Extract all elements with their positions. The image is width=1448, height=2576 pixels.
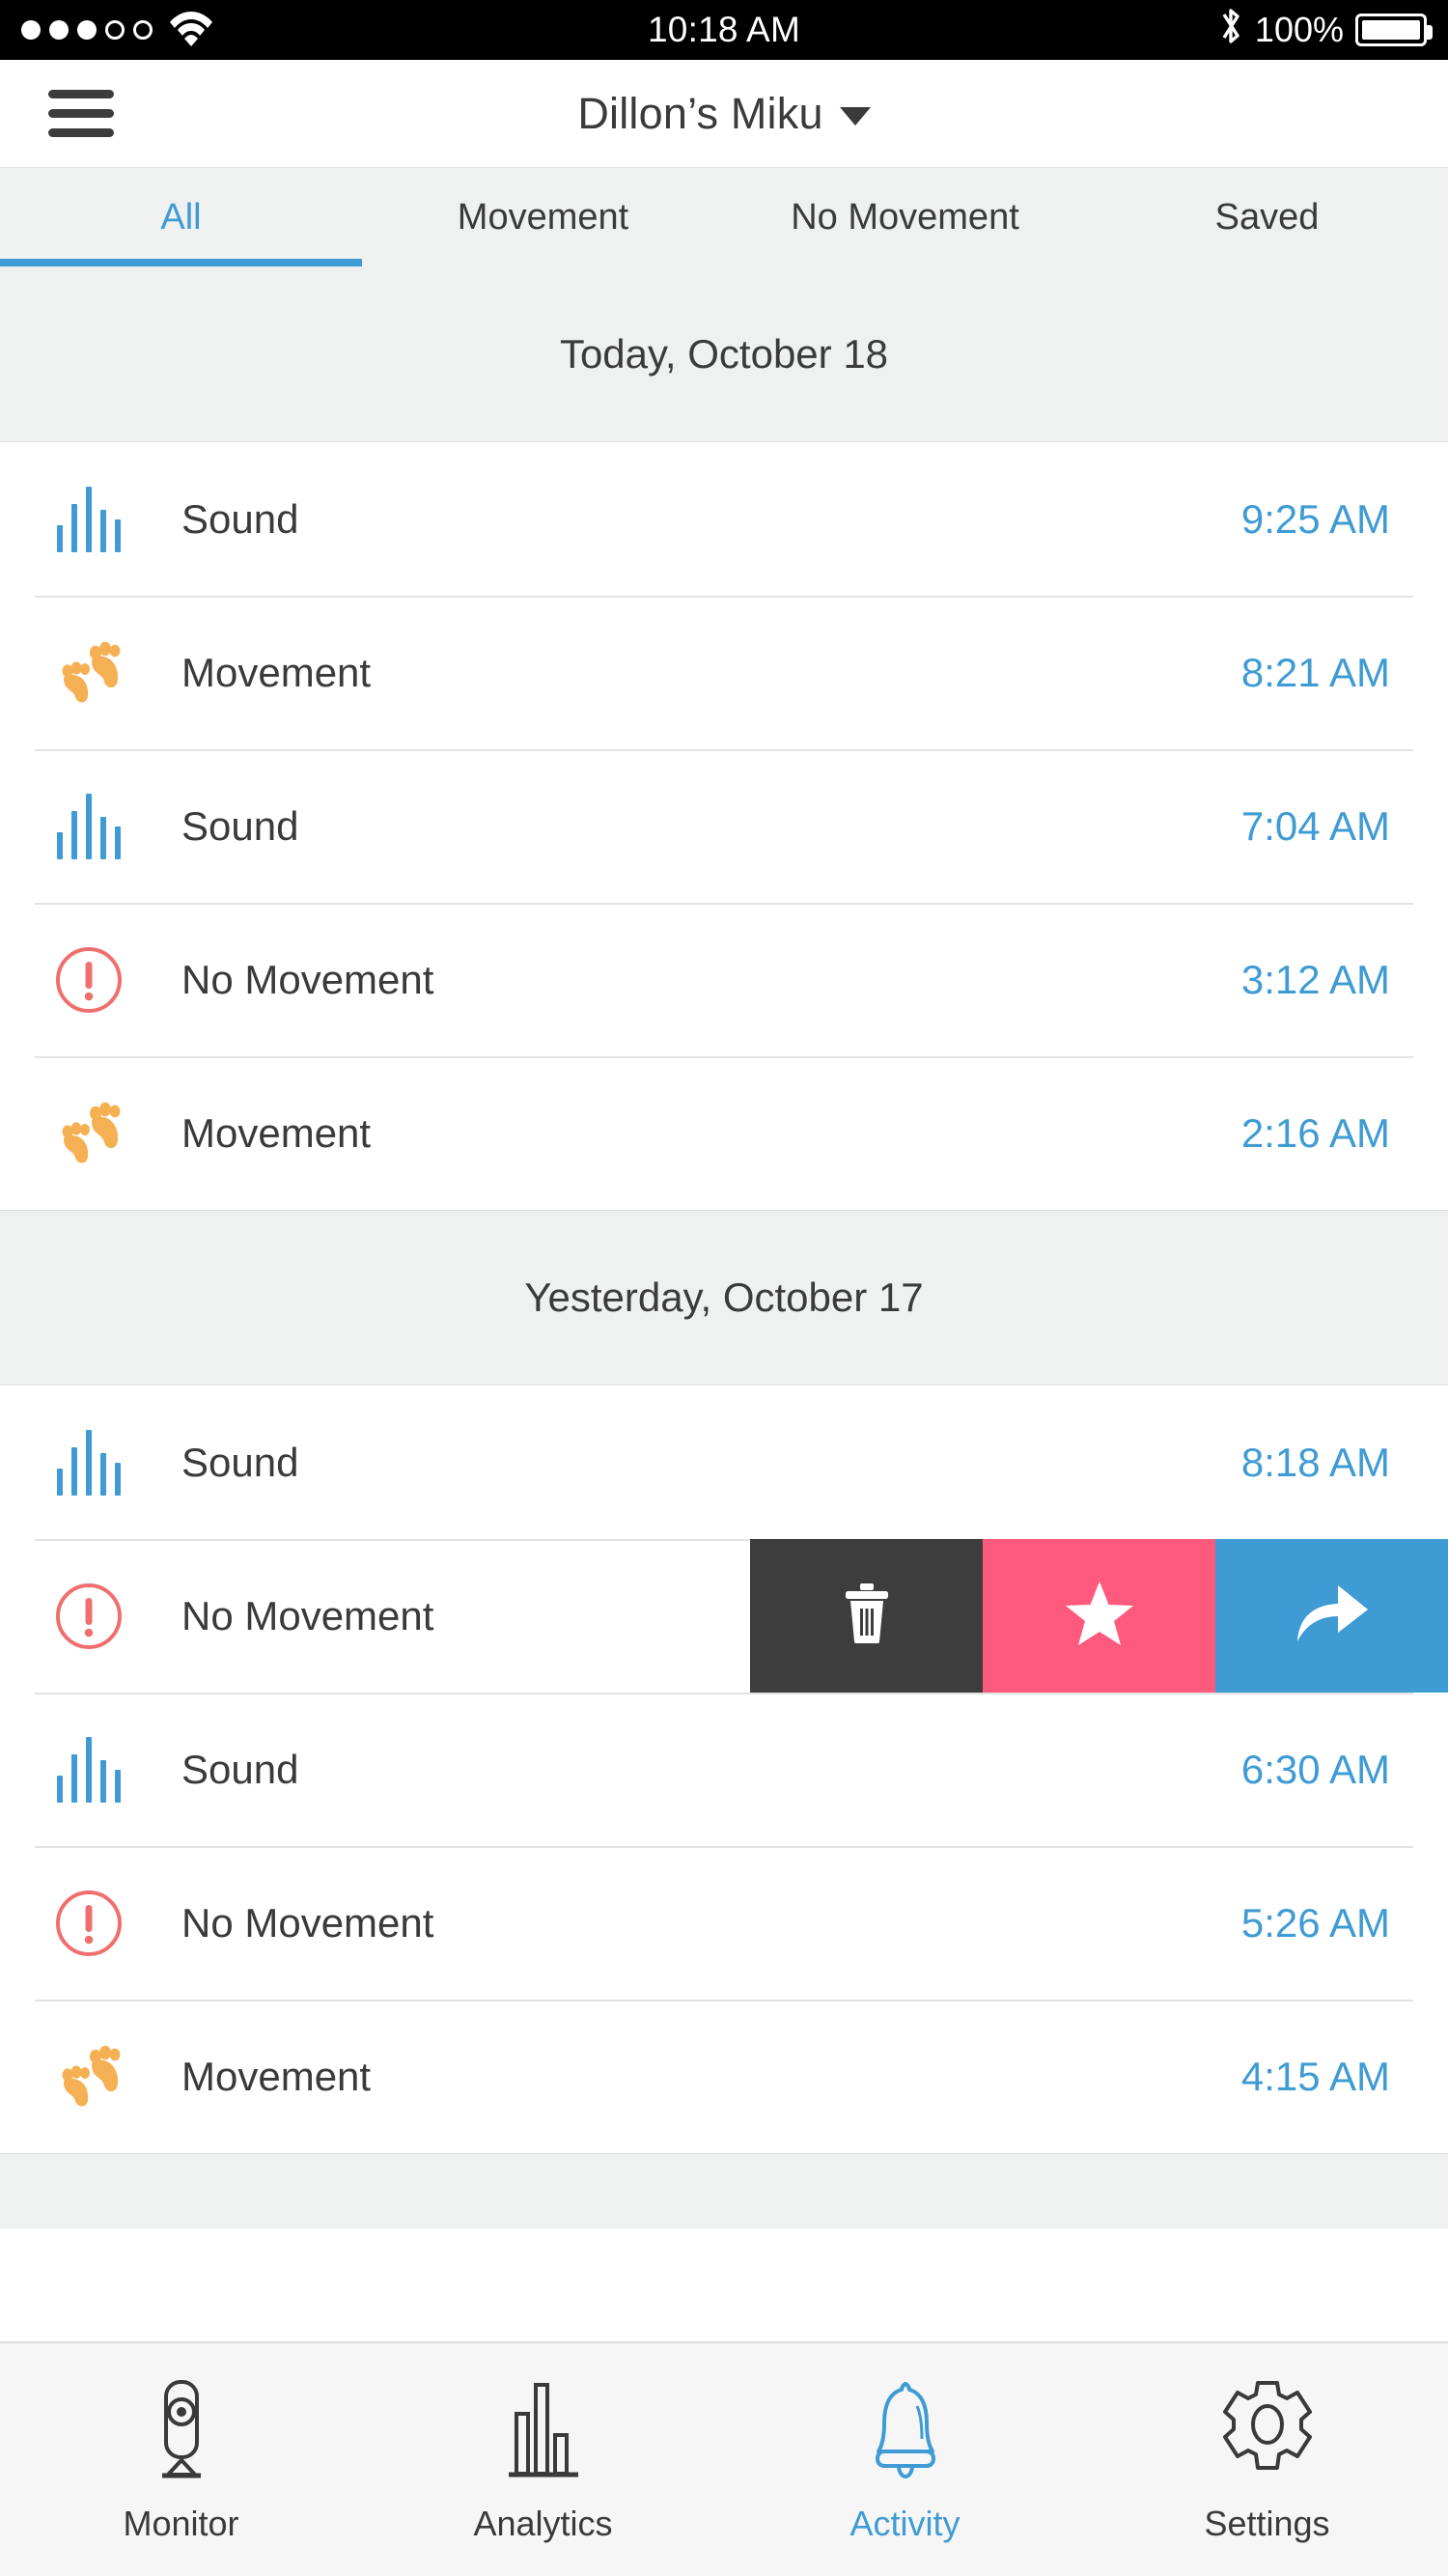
activity-time: 8:18 AM — [1240, 1439, 1390, 1485]
wifi-icon — [169, 10, 213, 51]
tab-saved[interactable]: Saved — [1086, 168, 1448, 266]
activity-row[interactable]: No Movement 5:26 AM — [0, 1846, 1448, 2000]
activity-row[interactable]: Sound 7:04 AM — [0, 749, 1448, 903]
activity-label: No Movement — [181, 956, 434, 1002]
nav-header: Dillon’s Miku — [0, 60, 1448, 168]
signal-dot-filled — [21, 20, 41, 40]
sound-wave-icon — [44, 1736, 133, 1803]
tab-all[interactable]: All — [0, 168, 362, 266]
activity-list: Today, October 18 Sound 9:25 AM Movement… — [0, 266, 1448, 2341]
page-title: Dillon’s Miku — [577, 88, 823, 138]
share-arrow-icon — [1294, 1582, 1371, 1650]
status-bar-right: 100% — [1218, 5, 1433, 56]
activity-time: 5:26 AM — [1240, 1899, 1390, 1946]
tabbar-item-settings[interactable]: Settings — [1086, 2343, 1448, 2576]
tab-label: No Movement — [791, 196, 1019, 238]
sound-wave-icon — [44, 486, 133, 552]
save-button[interactable] — [983, 1539, 1215, 1693]
activity-label: Movement — [181, 2053, 372, 2099]
sound-wave-icon — [44, 1429, 133, 1496]
tab-no-movement[interactable]: No Movement — [724, 168, 1086, 266]
star-icon — [1065, 1580, 1134, 1652]
trash-icon — [840, 1582, 894, 1650]
alert-circle-icon — [44, 943, 133, 1017]
signal-strength-icon — [21, 20, 153, 40]
activity-label: Movement — [181, 1109, 372, 1156]
alert-circle-icon — [44, 1887, 133, 1960]
activity-row[interactable]: Sound 8:18 AM — [0, 1386, 1448, 1539]
hamburger-menu-icon[interactable] — [48, 90, 114, 137]
activity-row[interactable]: No Movement 3:12 AM — [0, 903, 1448, 1056]
activity-row[interactable]: Sound 6:30 AM — [0, 1693, 1448, 1846]
share-button[interactable] — [1215, 1539, 1448, 1693]
bottom-tab-bar: Monitor Analytics Activity Settings — [0, 2341, 1448, 2576]
baby-footprints-icon — [44, 1099, 133, 1168]
device-selector[interactable]: Dillon’s Miku — [0, 89, 1448, 139]
tab-label: Saved — [1214, 196, 1320, 238]
tabbar-item-analytics[interactable]: Analytics — [362, 2343, 724, 2576]
list-bottom-spacer — [0, 2153, 1448, 2228]
camera-monitor-icon — [147, 2376, 216, 2482]
activity-label: Sound — [181, 802, 299, 849]
section-header-yesterday: Yesterday, October 17 — [0, 1210, 1448, 1386]
swipe-actions — [750, 1539, 1448, 1693]
status-bar: 10:18 AM 100% — [0, 0, 1448, 60]
bar-chart-icon — [505, 2376, 582, 2482]
chevron-down-icon — [839, 107, 871, 126]
activity-label: Sound — [181, 1439, 299, 1485]
activity-row[interactable]: Movement 8:21 AM — [0, 596, 1448, 749]
sound-wave-icon — [44, 793, 133, 859]
activity-label: Movement — [181, 649, 372, 695]
baby-footprints-icon — [44, 638, 133, 708]
activity-row[interactable]: Movement 4:15 AM — [0, 2000, 1448, 2153]
tabbar-label: Activity — [849, 2503, 961, 2543]
tab-movement[interactable]: Movement — [362, 168, 724, 266]
activity-time: 8:21 AM — [1240, 649, 1390, 695]
activity-label: Sound — [181, 1746, 299, 1792]
activity-row[interactable]: Movement 2:16 AM — [0, 1056, 1448, 1210]
gear-icon — [1221, 2376, 1314, 2482]
delete-button[interactable] — [750, 1539, 983, 1693]
activity-time: 4:15 AM — [1240, 2053, 1390, 2099]
tabbar-item-monitor[interactable]: Monitor — [0, 2343, 362, 2576]
bluetooth-icon — [1218, 5, 1243, 56]
baby-footprints-icon — [44, 2042, 133, 2112]
tab-label: All — [160, 196, 202, 238]
tabbar-label: Analytics — [473, 2503, 613, 2543]
battery-percent-label: 100% — [1254, 10, 1344, 49]
signal-dot-empty — [133, 20, 153, 40]
filter-tabs: All Movement No Movement Saved — [0, 168, 1448, 266]
activity-time: 7:04 AM — [1240, 802, 1390, 849]
tabbar-item-activity[interactable]: Activity — [724, 2343, 1086, 2576]
activity-time: 2:16 AM — [1240, 1109, 1390, 1156]
activity-time: 9:25 AM — [1240, 495, 1390, 542]
status-bar-left — [21, 10, 213, 51]
app-root: 10:18 AM 100% Dillon’s Miku All Movement — [0, 0, 1448, 2576]
activity-row-swiped[interactable]: No Movement — [0, 1539, 1448, 1693]
tabbar-label: Settings — [1204, 2503, 1330, 2543]
signal-dot-filled — [77, 20, 97, 40]
bell-icon — [867, 2376, 944, 2482]
activity-label: Sound — [181, 495, 299, 542]
tab-label: Movement — [457, 196, 629, 238]
activity-label: No Movement — [181, 1899, 434, 1946]
activity-time: 6:30 AM — [1240, 1746, 1390, 1792]
tabbar-label: Monitor — [123, 2503, 239, 2543]
battery-full-icon — [1355, 14, 1433, 46]
signal-dot-filled — [49, 20, 69, 40]
alert-circle-icon — [44, 1580, 133, 1653]
signal-dot-empty — [105, 20, 125, 40]
section-header-today: Today, October 18 — [0, 266, 1448, 442]
activity-time: 3:12 AM — [1240, 956, 1390, 1002]
activity-row[interactable]: Sound 9:25 AM — [0, 442, 1448, 596]
